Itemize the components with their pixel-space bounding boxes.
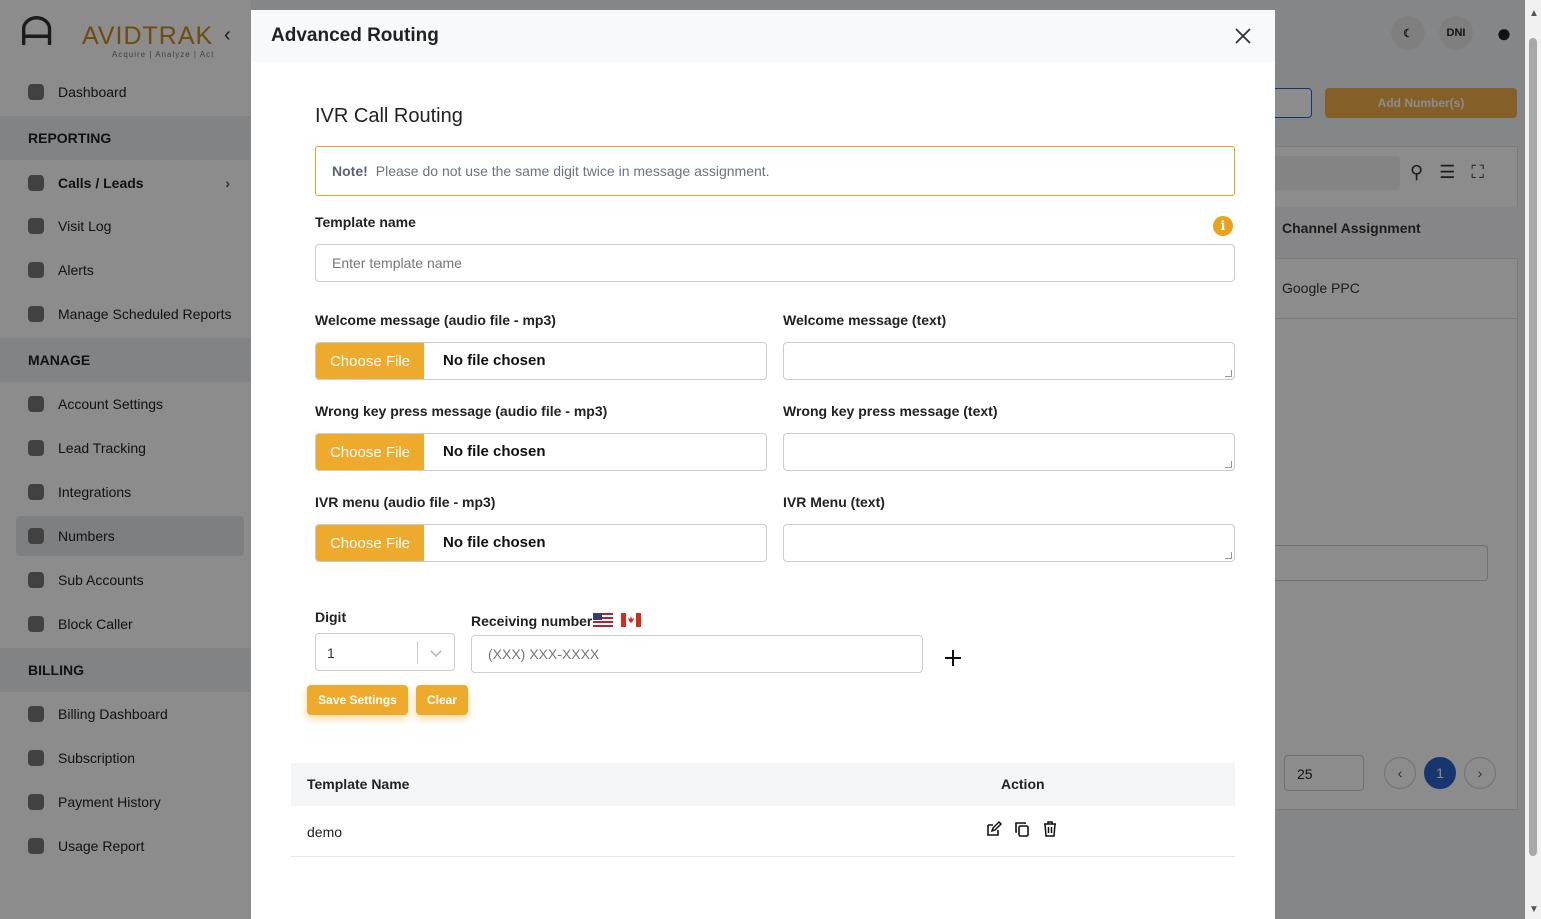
- section-title: IVR Call Routing: [315, 105, 463, 127]
- delete-icon[interactable]: [1041, 820, 1059, 838]
- ivr-audio-label: IVR menu (audio file - mp3): [315, 494, 496, 510]
- ivr-audio-file-input[interactable]: Choose File No file chosen: [315, 524, 767, 562]
- scrollbar[interactable]: ▲ ▼: [1525, 0, 1541, 919]
- welcome-audio-file-input[interactable]: Choose File No file chosen: [315, 342, 767, 380]
- action-column-header: Action: [1001, 776, 1045, 792]
- receiving-number-input[interactable]: [471, 635, 923, 673]
- digit-select[interactable]: 1: [315, 633, 455, 671]
- clear-button[interactable]: Clear: [416, 685, 468, 715]
- wrong-key-audio-label: Wrong key press message (audio file - mp…: [315, 403, 608, 419]
- receiving-number-label: Receiving number: [471, 613, 593, 629]
- template-name-input[interactable]: [315, 244, 1235, 282]
- welcome-audio-label: Welcome message (audio file - mp3): [315, 312, 556, 328]
- scroll-up-icon[interactable]: ▲: [1529, 8, 1539, 19]
- template-name-column-header: Template Name: [307, 776, 410, 792]
- wrong-key-audio-file-input[interactable]: Choose File No file chosen: [315, 433, 767, 471]
- wrong-key-text-label: Wrong key press message (text): [783, 403, 998, 419]
- template-name-label: Template name: [315, 214, 416, 230]
- choose-file-button[interactable]: Choose File: [316, 434, 424, 470]
- table-row-divider: [291, 856, 1235, 857]
- canada-flag-icon[interactable]: [621, 613, 641, 627]
- modal-title: Advanced Routing: [271, 25, 439, 46]
- ivr-text-field[interactable]: [783, 524, 1235, 562]
- select-separator: [417, 642, 418, 664]
- templates-table-header: [291, 763, 1235, 806]
- ivr-text-label: IVR Menu (text): [783, 494, 885, 510]
- welcome-text-label: Welcome message (text): [783, 312, 947, 328]
- choose-file-button[interactable]: Choose File: [316, 525, 424, 561]
- country-flags: [593, 613, 641, 627]
- digit-label: Digit: [315, 609, 347, 625]
- file-status: No file chosen: [443, 352, 546, 369]
- choose-file-button[interactable]: Choose File: [316, 343, 424, 379]
- digit-value: 1: [327, 645, 335, 661]
- note-label: Note!: [332, 163, 368, 179]
- file-status: No file chosen: [443, 534, 546, 551]
- add-row-icon[interactable]: [941, 646, 965, 670]
- welcome-text-field[interactable]: [783, 342, 1235, 380]
- file-status: No file chosen: [443, 443, 546, 460]
- scrollbar-thumb[interactable]: [1529, 38, 1537, 856]
- save-settings-button[interactable]: Save Settings: [307, 685, 408, 715]
- scroll-down-icon[interactable]: ▼: [1529, 904, 1539, 915]
- modal-header: Advanced Routing: [251, 10, 1275, 62]
- template-row-name: demo: [307, 824, 343, 840]
- edit-icon[interactable]: [985, 820, 1003, 838]
- note-alert: Note! Please do not use the same digit tw…: [315, 146, 1235, 196]
- close-icon[interactable]: [1231, 24, 1255, 48]
- wrong-key-text-field[interactable]: [783, 433, 1235, 471]
- copy-icon[interactable]: [1013, 820, 1031, 838]
- chevron-down-icon: [430, 650, 442, 658]
- info-icon[interactable]: i: [1213, 216, 1233, 236]
- note-text: Please do not use the same digit twice i…: [375, 163, 770, 179]
- advanced-routing-modal: Advanced Routing IVR Call Routing Note! P…: [251, 10, 1275, 919]
- us-flag-icon[interactable]: [593, 613, 613, 627]
